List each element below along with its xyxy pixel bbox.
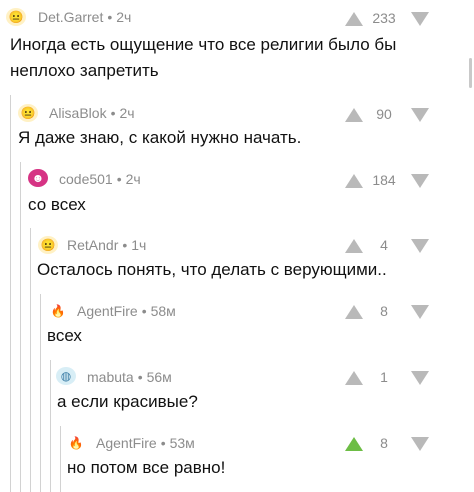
comment-text: Иногда есть ощущение что все религии был… xyxy=(10,32,396,84)
comment: 😐 RetAndr • 1ч 4 Осталось понять, что дела… xyxy=(30,228,474,290)
comment-time: 58м xyxy=(150,303,176,319)
comment-text-line: но потом все равно! xyxy=(67,458,226,477)
comment-score: 184 xyxy=(372,172,396,188)
comment-meta: RetAndr • 1ч xyxy=(67,237,147,253)
triangle-down-icon xyxy=(411,174,429,188)
avatar[interactable]: 😐 xyxy=(6,8,26,26)
avatar[interactable]: 😐 xyxy=(38,236,58,254)
comment: ◍ mabuta • 56м 1 а если красивые? xyxy=(50,360,474,422)
upvote-button[interactable] xyxy=(344,173,364,189)
face-icon: 😐 xyxy=(40,238,56,252)
comment-text-line: всех xyxy=(47,326,82,345)
face-icon: 😐 xyxy=(20,106,36,120)
comment: ☻ code501 • 2ч 184 со всех xyxy=(20,162,474,224)
comment: 🔥 AgentFire • 53м 8 но потом все равно! xyxy=(60,426,474,492)
downvote-button[interactable] xyxy=(410,107,430,123)
comment-author[interactable]: AgentFire xyxy=(77,303,138,319)
comment-time: 2ч xyxy=(119,105,135,121)
comment-time: 53м xyxy=(169,435,195,451)
triangle-up-icon xyxy=(345,437,363,451)
triangle-down-icon xyxy=(411,305,429,319)
comment-author[interactable]: code501 xyxy=(59,171,113,187)
downvote-button[interactable] xyxy=(410,11,430,27)
upvote-button[interactable] xyxy=(344,11,364,27)
triangle-down-icon xyxy=(411,108,429,122)
fire-icon: 🔥 xyxy=(50,304,66,318)
comment-score: 1 xyxy=(380,369,388,385)
comment-author[interactable]: AgentFire xyxy=(96,435,157,451)
comment-time: 1ч xyxy=(131,237,147,253)
comment: 🔥 AgentFire • 58м 8 всех xyxy=(40,294,474,356)
upvote-button[interactable] xyxy=(344,107,364,123)
comment-text: Осталось понять, что делать с верующими.… xyxy=(37,257,387,283)
comment-text: Я даже знаю, с какой нужно начать. xyxy=(18,125,301,151)
triangle-up-icon xyxy=(345,174,363,188)
triangle-down-icon xyxy=(411,12,429,26)
downvote-button[interactable] xyxy=(410,436,430,452)
avatar[interactable]: 😐 xyxy=(18,104,38,122)
comment-time: 2ч xyxy=(125,171,141,187)
fire-icon: 🔥 xyxy=(68,436,84,450)
comment-meta: AgentFire • 53м xyxy=(96,435,195,451)
comment: 😐 AlisaBlok • 2ч 90 Я даже знаю, с какой н… xyxy=(10,95,474,155)
troll-icon: ☻ xyxy=(31,171,45,185)
comment-meta: Det.Garret • 2ч xyxy=(38,9,132,25)
downvote-button[interactable] xyxy=(410,173,430,189)
comment-text-line: Иногда есть ощущение что все религии был… xyxy=(10,35,397,54)
comment-meta: code501 • 2ч xyxy=(59,171,141,187)
comment-meta: mabuta • 56м xyxy=(87,369,172,385)
downvote-button[interactable] xyxy=(410,304,430,320)
comment-text: всех xyxy=(47,323,82,349)
avatar[interactable]: ☻ xyxy=(28,169,48,187)
avatar[interactable]: 🔥 xyxy=(66,434,86,452)
comment: 😐 Det.Garret • 2ч 233 Иногда есть ощущение… xyxy=(0,0,474,92)
downvote-button[interactable] xyxy=(410,238,430,254)
downvote-button[interactable] xyxy=(410,370,430,386)
comment-score: 8 xyxy=(380,435,388,451)
comment-score: 8 xyxy=(380,303,388,319)
comment-author[interactable]: Det.Garret xyxy=(38,9,103,25)
avatar[interactable]: 🔥 xyxy=(48,302,68,320)
comment-author[interactable]: AlisaBlok xyxy=(49,105,107,121)
comment-text: но потом все равно! xyxy=(67,455,225,481)
upvote-button[interactable] xyxy=(344,436,364,452)
globe-icon: ◍ xyxy=(60,369,72,383)
triangle-up-icon xyxy=(345,108,363,122)
comment-text: а если красивые? xyxy=(57,389,198,415)
upvote-button[interactable] xyxy=(344,370,364,386)
comment-text: со всех xyxy=(28,192,86,218)
triangle-up-icon xyxy=(345,371,363,385)
triangle-up-icon xyxy=(345,239,363,253)
triangle-up-icon xyxy=(345,305,363,319)
triangle-down-icon xyxy=(411,239,429,253)
upvote-button[interactable] xyxy=(344,304,364,320)
comment-meta: AgentFire • 58м xyxy=(77,303,176,319)
comment-time: 2ч xyxy=(116,9,132,25)
comment-score: 233 xyxy=(372,10,396,26)
triangle-up-icon xyxy=(345,12,363,26)
comment-text-line: а если красивые? xyxy=(57,392,198,411)
upvote-button[interactable] xyxy=(344,238,364,254)
face-icon: 😐 xyxy=(8,10,24,24)
comment-author[interactable]: mabuta xyxy=(87,369,134,385)
avatar[interactable]: ◍ xyxy=(56,367,76,385)
triangle-down-icon xyxy=(411,371,429,385)
comment-text-line: Осталось понять, что делать с верующими.… xyxy=(37,260,387,279)
comment-text-line: Я даже знаю, с какой нужно начать. xyxy=(18,128,302,147)
triangle-down-icon xyxy=(411,437,429,451)
comment-score: 90 xyxy=(376,106,392,122)
comment-text-line: неплохо запретить xyxy=(10,61,159,80)
comment-author[interactable]: RetAndr xyxy=(67,237,118,253)
comment-score: 4 xyxy=(380,237,388,253)
comment-meta: AlisaBlok • 2ч xyxy=(49,105,135,121)
scrollbar[interactable] xyxy=(469,58,472,88)
comment-time: 56м xyxy=(146,369,172,385)
comment-text-line: со всех xyxy=(28,195,86,214)
